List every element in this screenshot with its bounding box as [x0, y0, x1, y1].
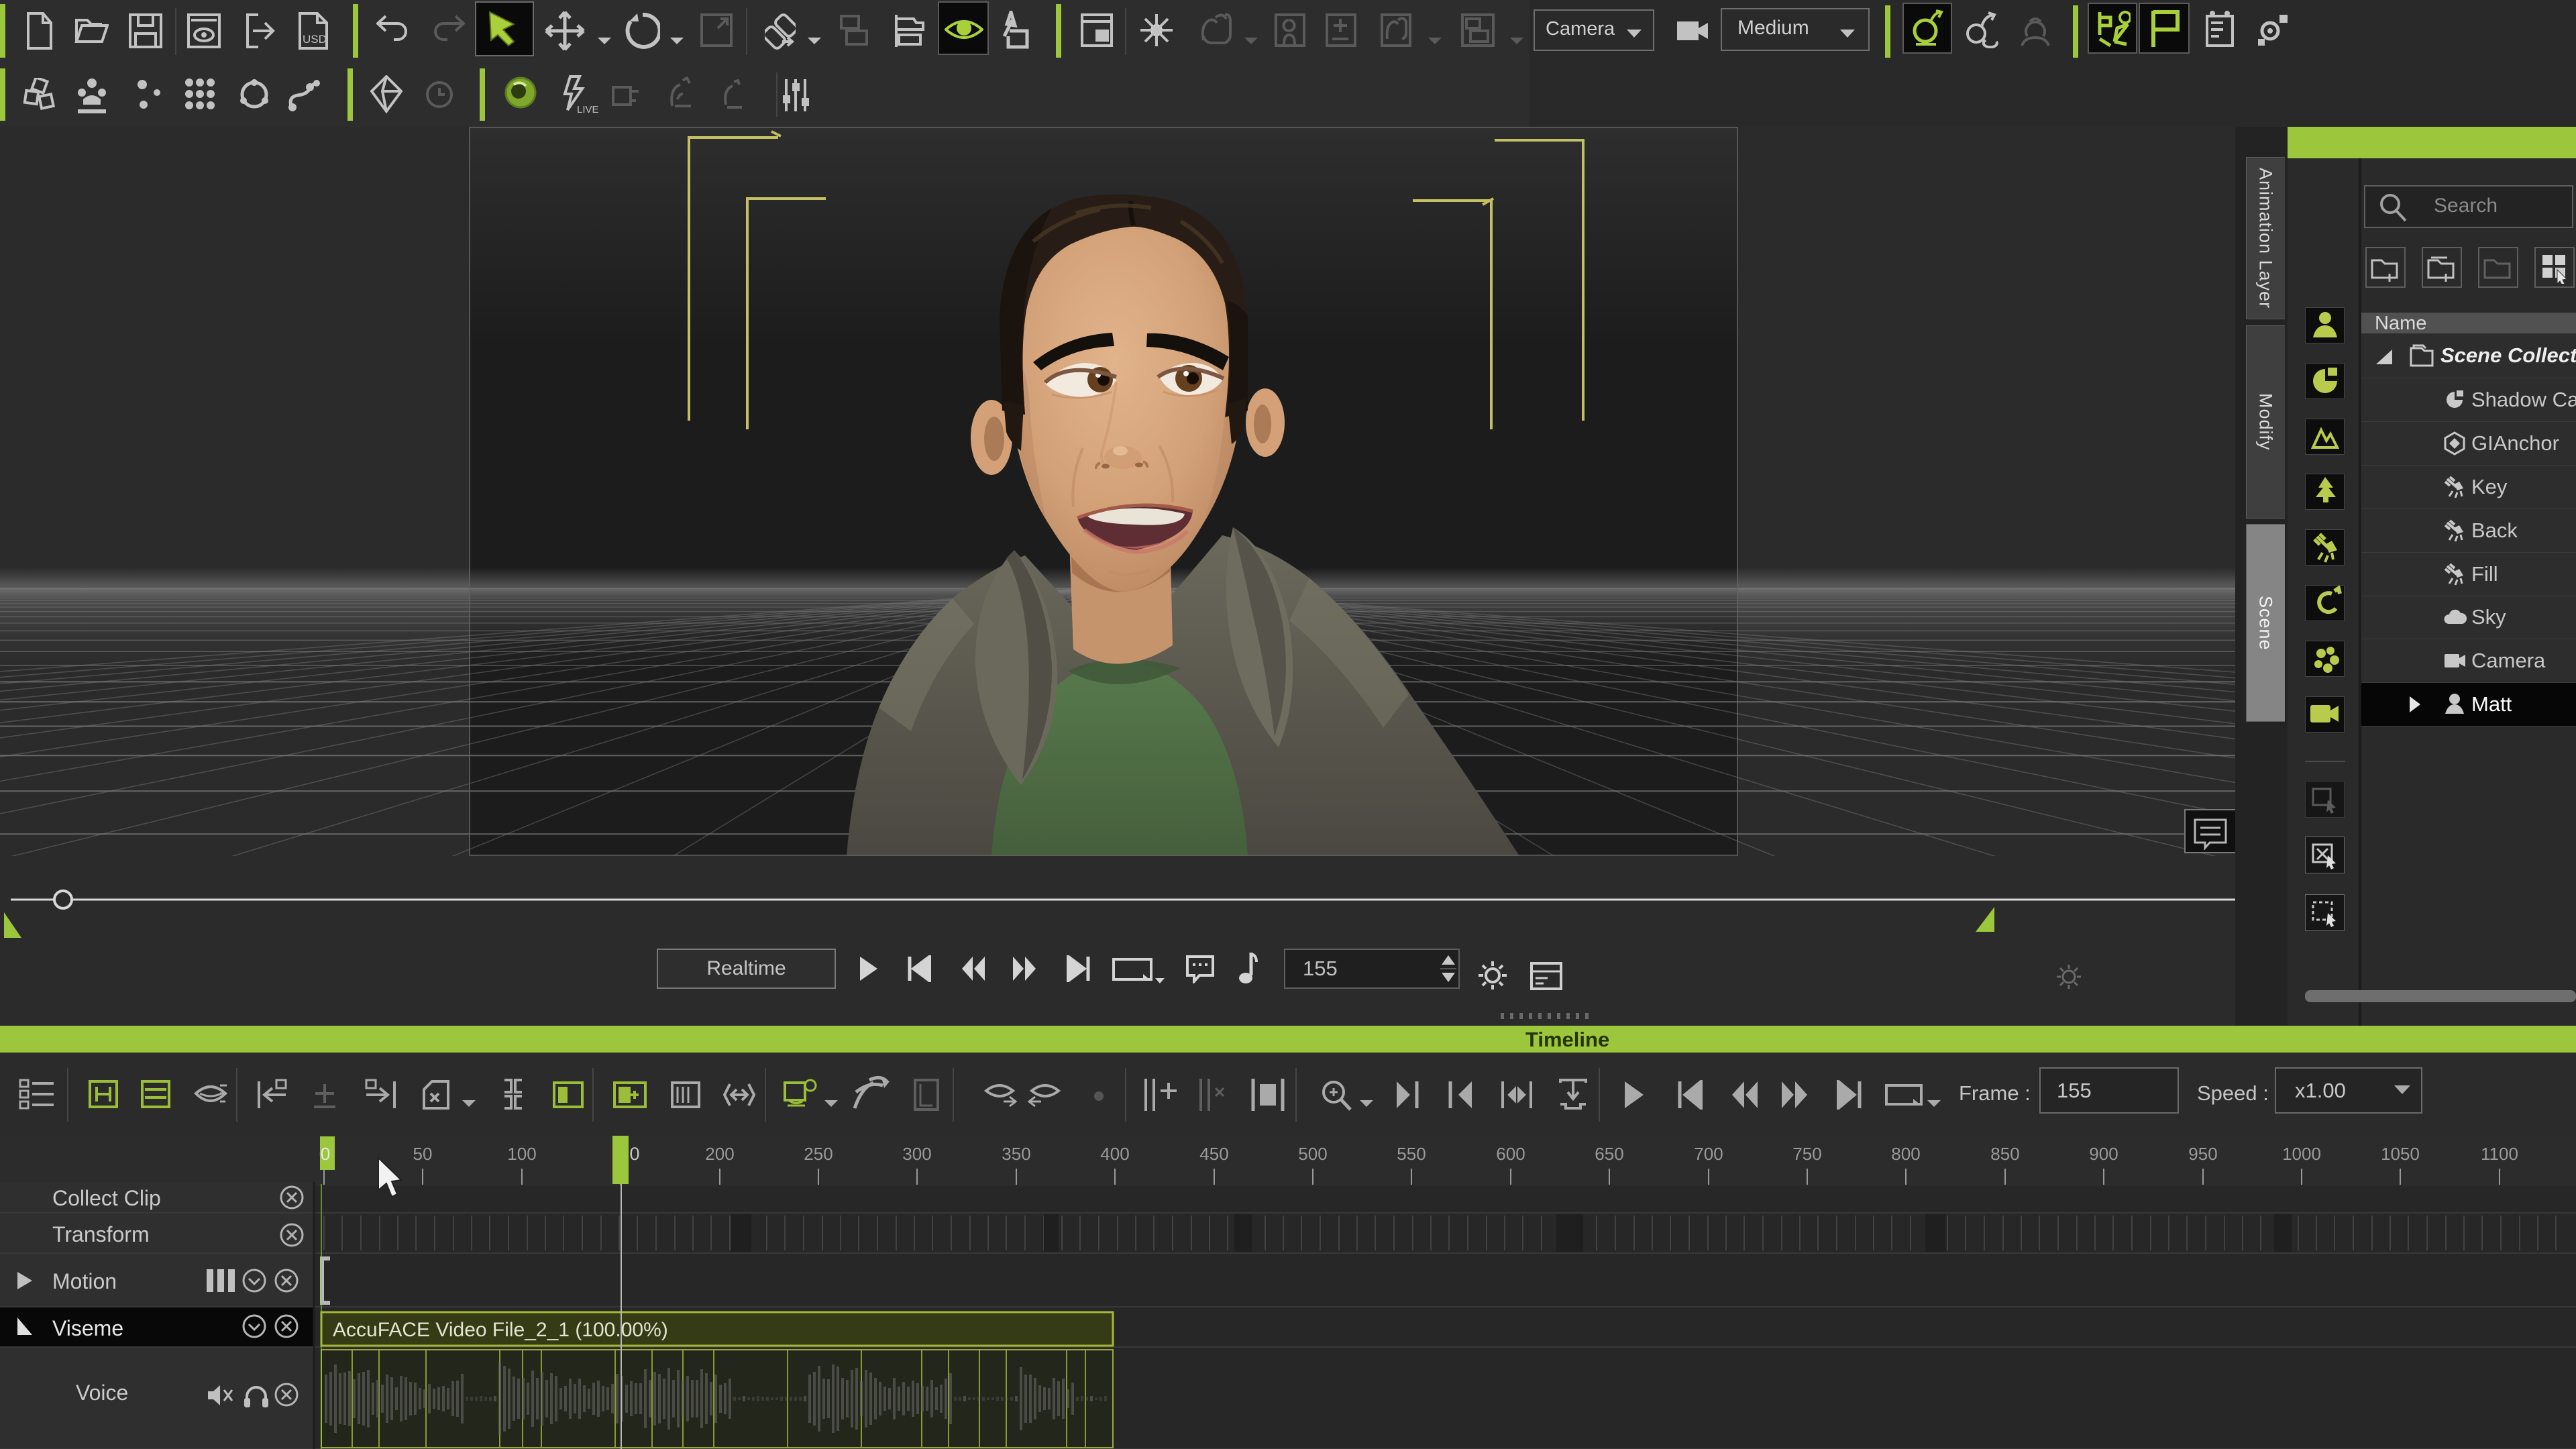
svg-text:750: 750 [1792, 1144, 1821, 1164]
svg-text:AccuFACE Video File_2_1 (100.0: AccuFACE Video File_2_1 (100.00%) [333, 1319, 668, 1341]
svg-text:0: 0 [629, 1144, 639, 1164]
svg-text:LIVE: LIVE [577, 104, 599, 115]
svg-text:550: 550 [1397, 1144, 1426, 1164]
svg-text:1050: 1050 [2381, 1144, 2420, 1164]
svg-text:700: 700 [1694, 1144, 1723, 1164]
svg-text:200: 200 [705, 1144, 734, 1164]
svg-text:400: 400 [1100, 1144, 1129, 1164]
svg-text:USD: USD [303, 33, 327, 46]
svg-text:250: 250 [804, 1144, 833, 1164]
svg-text:0: 0 [321, 1144, 330, 1164]
svg-text:950: 950 [2188, 1144, 2217, 1164]
svg-text:650: 650 [1595, 1144, 1623, 1164]
svg-text:350: 350 [1002, 1144, 1030, 1164]
svg-text:450: 450 [1199, 1144, 1228, 1164]
svg-text:1100: 1100 [2481, 1144, 2518, 1164]
svg-text:800: 800 [1891, 1144, 1920, 1164]
svg-text:900: 900 [2089, 1144, 2118, 1164]
svg-text:300: 300 [902, 1144, 931, 1164]
svg-text:50: 50 [413, 1144, 433, 1164]
svg-text:500: 500 [1298, 1144, 1327, 1164]
svg-text:1000: 1000 [2282, 1144, 2321, 1164]
svg-text:100: 100 [507, 1144, 536, 1164]
svg-text:850: 850 [1990, 1144, 2019, 1164]
svg-text:600: 600 [1496, 1144, 1525, 1164]
